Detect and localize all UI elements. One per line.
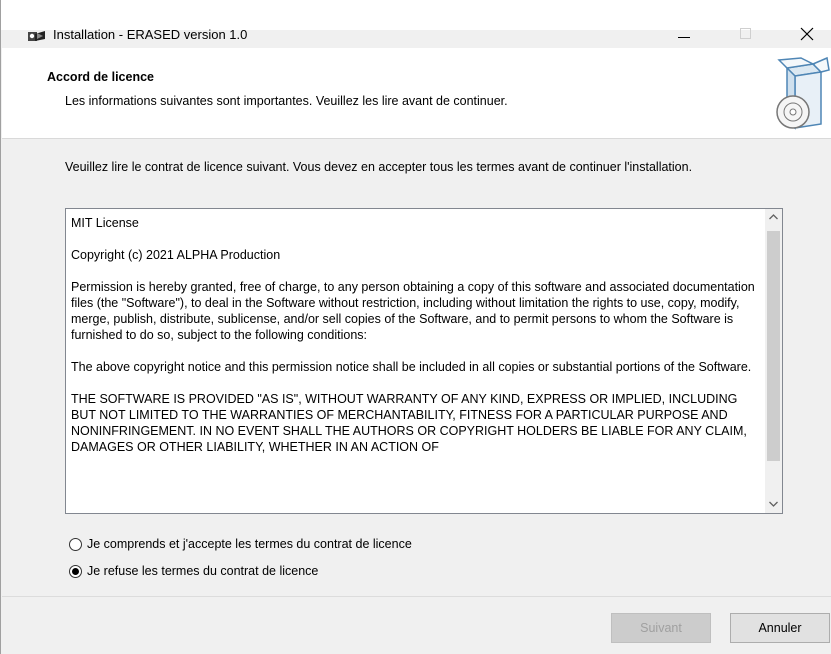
license-paragraph: The above copyright notice and this perm… <box>71 360 752 374</box>
footer-divider <box>2 596 831 597</box>
scroll-up-button[interactable] <box>765 209 782 226</box>
maximize-icon <box>740 28 751 39</box>
scrollbar-thumb[interactable] <box>767 231 780 461</box>
refuse-radio[interactable] <box>69 564 82 578</box>
chevron-down-icon <box>769 501 778 507</box>
refuse-option[interactable]: Je refuse les termes du contrat de licen… <box>69 561 318 581</box>
software-box-icon <box>771 54 831 137</box>
minimize-button[interactable] <box>661 18 707 48</box>
maximize-button <box>723 18 769 48</box>
license-text[interactable]: MIT License Copyright (c) 2021 ALPHA Pro… <box>71 215 759 471</box>
scroll-down-button[interactable] <box>765 496 782 513</box>
page-subtitle: Les informations suivantes sont importan… <box>65 94 508 108</box>
header-panel <box>2 48 831 138</box>
close-icon <box>800 27 814 41</box>
minimize-icon <box>678 37 690 38</box>
window-title: Installation - ERASED version 1.0 <box>53 27 248 42</box>
license-paragraph: THE SOFTWARE IS PROVIDED "AS IS", WITHOU… <box>71 392 747 454</box>
license-paragraph: MIT License <box>71 216 139 230</box>
chevron-up-icon <box>769 214 778 220</box>
next-button[interactable]: Suivant <box>611 613 711 643</box>
header-divider <box>2 138 831 139</box>
refuse-label[interactable]: Je refuse les termes du contrat de licen… <box>87 564 318 578</box>
installer-window: Installation - ERASED version 1.0 Accord… <box>0 0 831 654</box>
accept-radio[interactable] <box>69 537 82 551</box>
license-paragraph: Permission is hereby granted, free of ch… <box>71 280 755 342</box>
cancel-button[interactable]: Annuler <box>730 613 830 643</box>
installer-icon <box>27 28 47 44</box>
accept-option[interactable]: Je comprends et j'accepte les termes du … <box>69 534 412 554</box>
license-textbox[interactable]: MIT License Copyright (c) 2021 ALPHA Pro… <box>65 208 783 514</box>
page-title: Accord de licence <box>47 70 154 84</box>
accept-label[interactable]: Je comprends et j'accepte les termes du … <box>87 537 412 551</box>
vertical-scrollbar[interactable] <box>765 209 782 513</box>
license-paragraph: Copyright (c) 2021 ALPHA Production <box>71 248 281 262</box>
license-instructions: Veuillez lire le contrat de licence suiv… <box>65 160 693 174</box>
close-button[interactable] <box>783 18 829 48</box>
